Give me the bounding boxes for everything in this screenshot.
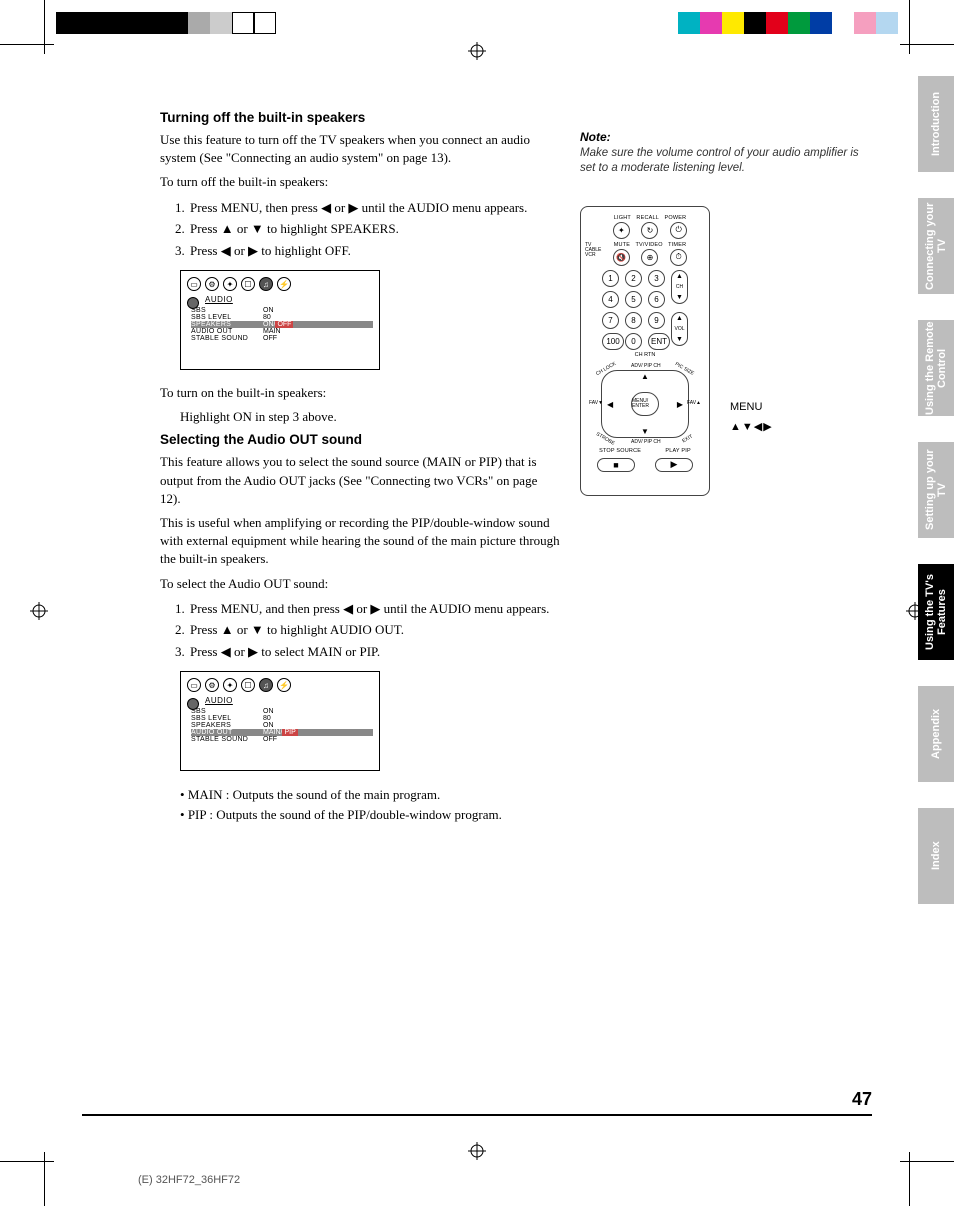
play-button-icon: ▶ <box>655 458 693 472</box>
crop-mark <box>0 1161 54 1162</box>
body-text: This feature allows you to select the so… <box>160 453 560 508</box>
bullet-list: • MAIN : Outputs the sound of the main p… <box>160 785 560 824</box>
right-arrow-icon: ▶ <box>677 400 683 409</box>
dpad: ADV/ PIP CH ADV/ PIP CH FAV▼ FAV▲ CH LOC… <box>593 364 697 444</box>
num-100-button: 100 <box>602 333 624 350</box>
registration-mark-icon <box>468 42 486 64</box>
chapter-tab: Introduction <box>918 76 954 172</box>
remote-control-illustration: TVCABLEVCR LIGHTRECALLPOWER ✦ ↻ ⏻ MUTETV… <box>580 206 710 496</box>
body-text: This is useful when amplifying or record… <box>160 514 560 569</box>
light-button-icon: ✦ <box>613 222 630 239</box>
crop-mark <box>44 0 45 54</box>
num-2-button: 2 <box>625 270 642 287</box>
step-list: Press MENU, then press ◀ or ▶ until the … <box>160 198 560 261</box>
page-content: Turning off the built-in speakers Use th… <box>160 80 874 1126</box>
footer-code: (E) 32HF72_36HF72 <box>138 1174 240 1186</box>
list-item: • MAIN : Outputs the sound of the main p… <box>180 785 560 805</box>
ch-rtn-label: CH RTN <box>587 352 703 358</box>
left-column: Turning off the built-in speakers Use th… <box>160 110 560 824</box>
num-1-button: 1 <box>602 270 619 287</box>
callout-menu-label: MENU <box>730 401 762 413</box>
note-heading: Note: <box>580 130 860 144</box>
osd-screenshot-audio-out: ▭⚙✦☐♫⚡AUDIOSBSONSBS LEVEL80SPEAKERSONAUD… <box>180 671 380 771</box>
section-heading: Selecting the Audio OUT sound <box>160 432 560 447</box>
power-button-icon: ⏻ <box>670 222 687 239</box>
list-item: Press MENU, and then press ◀ or ▶ until … <box>188 599 560 619</box>
volume-rocker: ▲VOL▼ <box>671 312 688 346</box>
right-column: Note: Make sure the volume control of yo… <box>580 130 860 496</box>
registration-mark-icon <box>30 602 48 624</box>
chapter-tab: Appendix <box>918 686 954 782</box>
page-rule <box>82 1114 872 1116</box>
step-list: Press MENU, and then press ◀ or ▶ until … <box>160 599 560 662</box>
body-text: Highlight ON in step 3 above. <box>160 408 560 426</box>
num-9-button: 9 <box>648 312 665 329</box>
body-text: To turn off the built-in speakers: <box>160 173 560 191</box>
body-text: To turn on the built-in speakers: <box>160 384 560 402</box>
registration-mark-icon <box>468 1142 486 1164</box>
channel-rocker: ▲CH▼ <box>671 270 688 304</box>
note-text: Make sure the volume control of your aud… <box>580 146 860 176</box>
remote-diagram: TVCABLEVCR LIGHTRECALLPOWER ✦ ↻ ⏻ MUTETV… <box>580 206 860 496</box>
crop-mark <box>0 44 54 45</box>
mute-button-icon: 🔇 <box>613 249 630 266</box>
num-3-button: 3 <box>648 270 665 287</box>
num-6-button: 6 <box>648 291 665 308</box>
crop-mark <box>909 0 910 54</box>
stop-button-icon: ■ <box>597 458 635 472</box>
number-pad: 1 2 3 ▲CH▼ 4 5 6 7 8 9 ▲VOL▼ 100 0 ENT <box>590 270 700 350</box>
chapter-tab: Using the Remote Control <box>918 320 954 416</box>
crop-mark <box>44 1152 45 1206</box>
timer-button-icon: ⏱ <box>670 249 687 266</box>
tv-video-button-icon: ⊕ <box>641 249 658 266</box>
body-text: Use this feature to turn off the TV spea… <box>160 131 560 167</box>
list-item: Press MENU, then press ◀ or ▶ until the … <box>188 198 560 218</box>
num-5-button: 5 <box>625 291 642 308</box>
recall-button-icon: ↻ <box>641 222 658 239</box>
left-arrow-icon: ◀ <box>607 400 613 409</box>
ent-button: ENT <box>648 333 670 350</box>
section-heading: Turning off the built-in speakers <box>160 110 560 125</box>
osd-screenshot-speakers: ▭⚙✦☐♫⚡AUDIOSBSONSBS LEVEL80SPEAKERSON/OF… <box>180 270 380 370</box>
list-item: • PIP : Outputs the sound of the PIP/dou… <box>180 805 560 825</box>
list-item: Press ◀ or ▶ to highlight OFF. <box>188 241 560 261</box>
chapter-tab: Connecting your TV <box>918 198 954 294</box>
color-bar-right <box>678 12 898 34</box>
color-bar-left <box>56 12 276 34</box>
down-arrow-icon: ▼ <box>641 427 649 436</box>
up-arrow-icon: ▲ <box>641 372 649 381</box>
chapter-tab: Setting up your TV <box>918 442 954 538</box>
callout-arrows-label: ▲▼◀▶ <box>730 420 773 433</box>
list-item: Press ▲ or ▼ to highlight SPEAKERS. <box>188 219 560 239</box>
chapter-tab: Using the TV's Features <box>918 564 954 660</box>
num-4-button: 4 <box>602 291 619 308</box>
crop-mark <box>909 1152 910 1206</box>
num-8-button: 8 <box>625 312 642 329</box>
num-7-button: 7 <box>602 312 619 329</box>
page-number: 47 <box>852 1089 872 1110</box>
list-item: Press ◀ or ▶ to select MAIN or PIP. <box>188 642 560 662</box>
list-item: Press ▲ or ▼ to highlight AUDIO OUT. <box>188 620 560 640</box>
chapter-tabs: Introduction Connecting your TV Using the … <box>918 76 954 904</box>
chapter-tab: Index <box>918 808 954 904</box>
menu-enter-button: MENU/ ENTER <box>631 392 659 416</box>
mode-switch: TVCABLEVCR <box>585 243 601 258</box>
body-text: To select the Audio OUT sound: <box>160 575 560 593</box>
num-0-button: 0 <box>625 333 642 350</box>
